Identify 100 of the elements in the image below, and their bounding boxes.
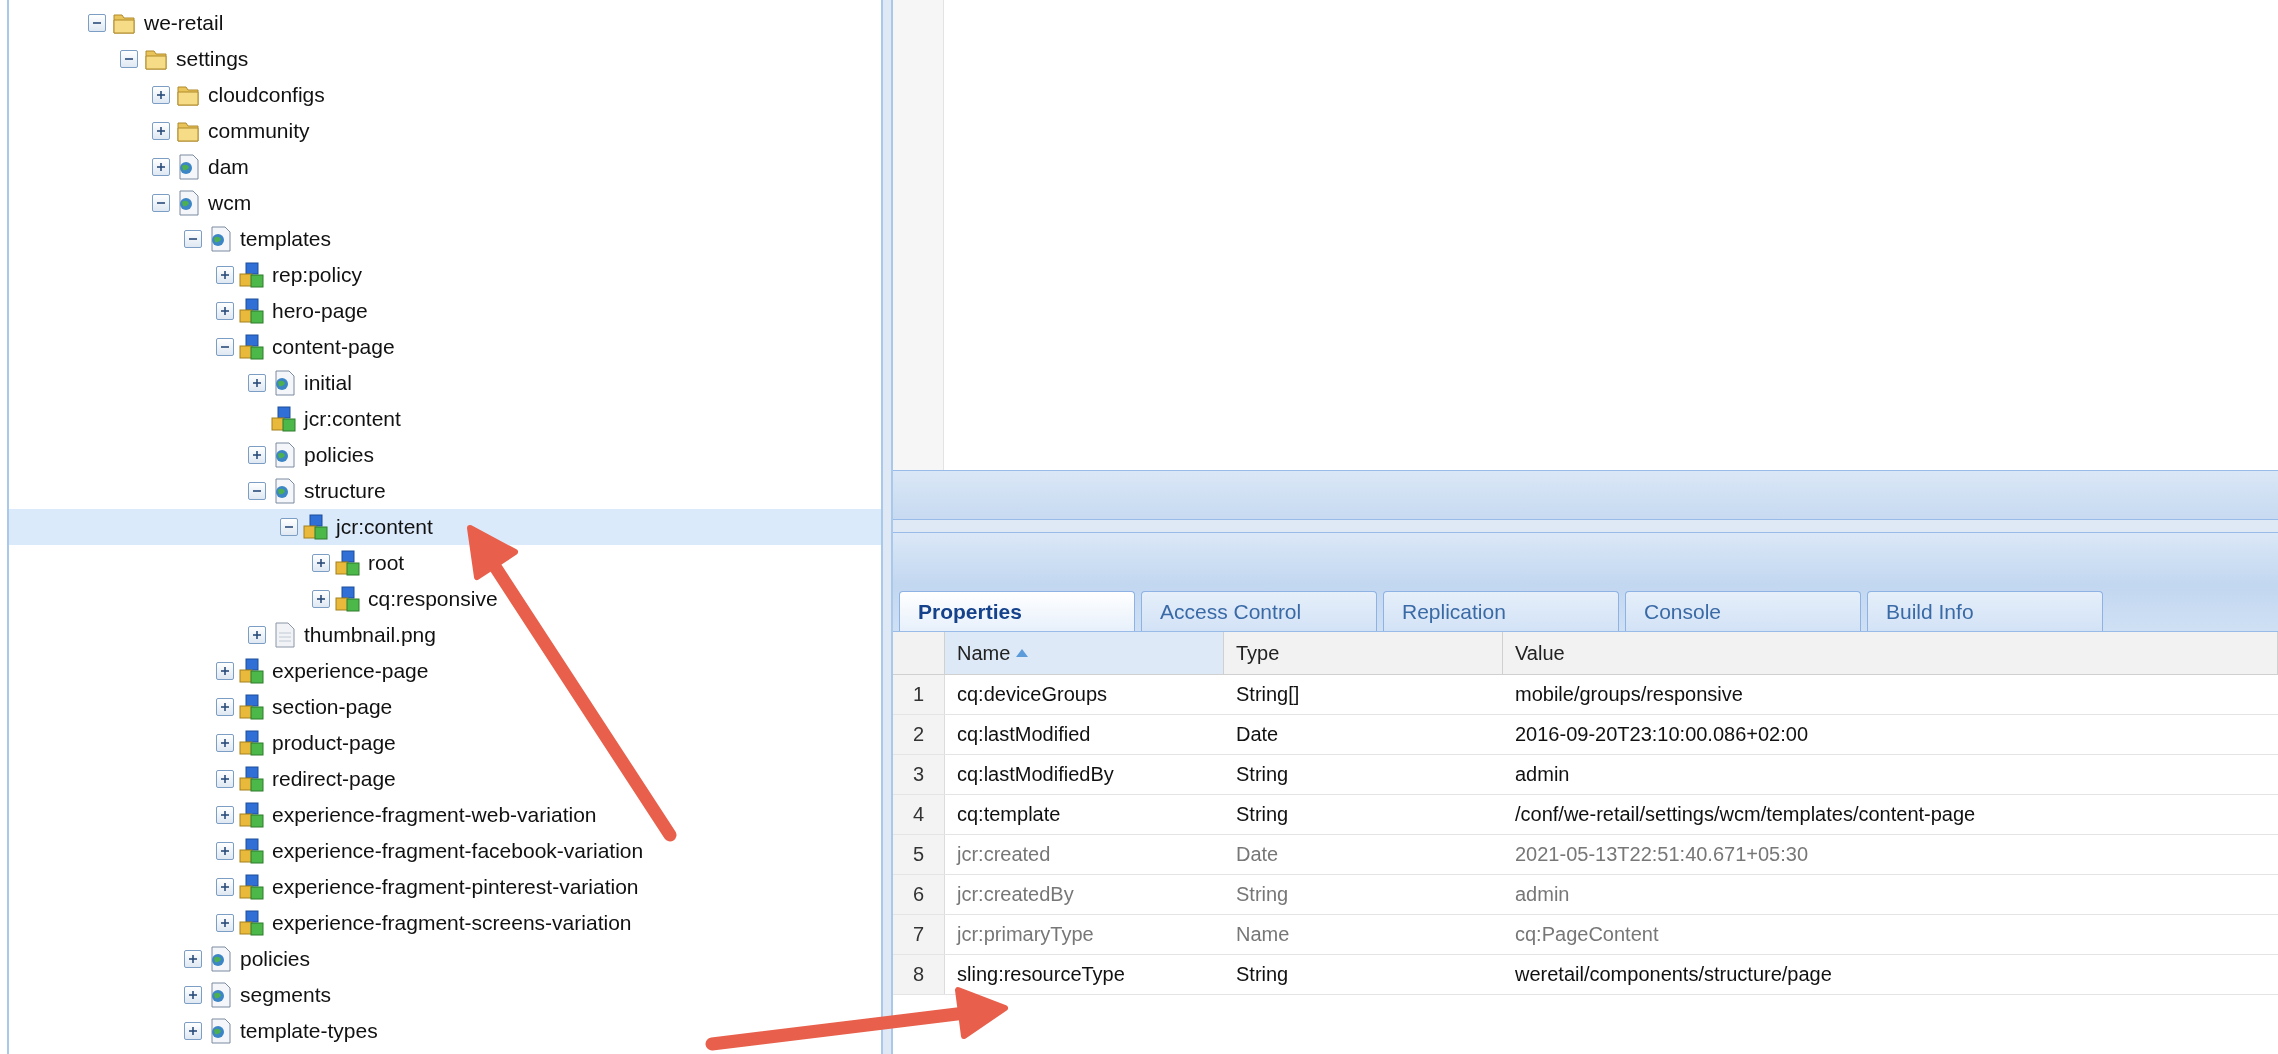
- cubes-icon: [334, 549, 362, 577]
- tree-item[interactable]: segments: [240, 983, 332, 1007]
- expand-button[interactable]: [216, 302, 234, 320]
- table-cell-text: cq:template: [956, 802, 1062, 827]
- expand-button[interactable]: [184, 950, 202, 968]
- tree-item[interactable]: template-types: [240, 1019, 378, 1043]
- tree-item[interactable]: experience-page: [272, 659, 429, 683]
- collapse-button[interactable]: [216, 338, 234, 356]
- table-cell-text: jcr:createdBy: [955, 882, 1075, 907]
- tree-item[interactable]: experience-fragment-web-variation: [272, 803, 597, 827]
- tree-item[interactable]: experience-fragment-pinterest-variation: [272, 875, 639, 899]
- expand-button[interactable]: [216, 266, 234, 284]
- expand-button[interactable]: [152, 122, 170, 140]
- collapse-button[interactable]: [280, 518, 298, 536]
- row-number: 2: [893, 715, 945, 754]
- expand-button[interactable]: [216, 770, 234, 788]
- tree-item[interactable]: initial: [304, 371, 352, 395]
- collapse-button[interactable]: [88, 14, 106, 32]
- collapse-button[interactable]: [248, 482, 266, 500]
- tree-item[interactable]: product-page: [272, 731, 396, 755]
- table-cell-text: cq:deviceGroups: [956, 682, 1109, 707]
- tree-item[interactable]: cq:responsive: [368, 587, 498, 611]
- tree-item[interactable]: dam: [208, 155, 249, 179]
- table-cell-text: Date: [1235, 842, 1280, 867]
- tree-item[interactable]: section-page: [272, 695, 393, 719]
- cubes-icon: [238, 657, 266, 685]
- plus-icon: [315, 557, 327, 569]
- cubes-icon: [238, 333, 266, 361]
- row-number: 8: [893, 955, 945, 994]
- cubes-icon: [270, 405, 298, 433]
- expand-button[interactable]: [152, 158, 170, 176]
- table-cell-text: String: [1235, 962, 1290, 987]
- tree-item[interactable]: policies: [240, 947, 311, 971]
- table-cell-text: sling:resourceType: [956, 962, 1126, 987]
- column-label: Type: [1236, 641, 1280, 665]
- column-header[interactable]: Value: [1503, 632, 2278, 674]
- tree-item[interactable]: redirect-page: [272, 767, 396, 791]
- collapse-button[interactable]: [184, 230, 202, 248]
- table-cell-text: admin: [1514, 882, 1571, 907]
- tree-item[interactable]: hero-page: [272, 299, 368, 323]
- column-header[interactable]: Type: [1224, 632, 1503, 674]
- tree-item[interactable]: policies: [304, 443, 375, 467]
- tree-item[interactable]: structure: [304, 479, 386, 503]
- collapse-button[interactable]: [120, 50, 138, 68]
- tree-item[interactable]: experience-fragment-screens-variation: [272, 911, 632, 935]
- expand-button[interactable]: [248, 446, 266, 464]
- cubes-icon: [238, 765, 266, 793]
- table-cell-text: cq:lastModifiedBy: [956, 762, 1115, 787]
- tree-item[interactable]: we-retail: [144, 11, 224, 35]
- expand-button[interactable]: [312, 590, 330, 608]
- expand-button[interactable]: [216, 662, 234, 680]
- plus-icon: [187, 1025, 199, 1037]
- plus-icon: [251, 449, 263, 461]
- plus-icon: [219, 917, 231, 929]
- expand-button[interactable]: [216, 842, 234, 860]
- tree-item[interactable]: content-page: [272, 335, 395, 359]
- cubes-icon: [238, 837, 266, 865]
- plus-icon: [251, 377, 263, 389]
- tab[interactable]: Build Info: [1867, 591, 2103, 631]
- plus-icon: [315, 593, 327, 605]
- tab[interactable]: Properties: [899, 591, 1135, 631]
- tree-item[interactable]: cloudconfigs: [208, 83, 325, 107]
- selected-tree-row[interactable]: jcr:content: [9, 509, 881, 545]
- expand-button[interactable]: [216, 734, 234, 752]
- tree-item[interactable]: experience-fragment-facebook-variation: [272, 839, 644, 863]
- expand-button[interactable]: [216, 878, 234, 896]
- expand-button[interactable]: [248, 626, 266, 644]
- tree-item[interactable]: community: [208, 119, 310, 143]
- cubes-icon: [238, 261, 266, 289]
- tree-item[interactable]: jcr:content: [304, 407, 401, 431]
- table-cell-text: String: [1235, 762, 1290, 787]
- table-cell-text: weretail/components/structure/page: [1514, 962, 1833, 987]
- collapse-button[interactable]: [152, 194, 170, 212]
- tree-item[interactable]: templates: [240, 227, 332, 251]
- cubes-icon: [238, 873, 266, 901]
- tree-item[interactable]: jcr:content: [336, 515, 433, 539]
- plus-icon: [187, 953, 199, 965]
- tree-item[interactable]: wcm: [208, 191, 252, 215]
- expand-button[interactable]: [216, 698, 234, 716]
- cubes-icon: [334, 585, 362, 613]
- tab[interactable]: Replication: [1383, 591, 1619, 631]
- expand-button[interactable]: [184, 986, 202, 1004]
- tab[interactable]: Console: [1625, 591, 1861, 631]
- table-cell-text: 2021-05-13T22:51:40.671+05:30: [1514, 842, 1810, 867]
- plus-icon: [219, 773, 231, 785]
- row-number: 4: [893, 795, 945, 834]
- tab[interactable]: Access Control: [1141, 591, 1377, 631]
- sort-ascending-icon: [1016, 649, 1029, 657]
- tree-item[interactable]: settings: [176, 47, 249, 71]
- plus-icon: [251, 629, 263, 641]
- expand-button[interactable]: [152, 86, 170, 104]
- expand-button[interactable]: [216, 914, 234, 932]
- expand-button[interactable]: [184, 1022, 202, 1040]
- tree-item[interactable]: rep:policy: [272, 263, 362, 287]
- tree-item[interactable]: thumbnail.png: [304, 623, 436, 647]
- expand-button[interactable]: [216, 806, 234, 824]
- column-header[interactable]: Name: [945, 632, 1224, 674]
- tree-item[interactable]: root: [368, 551, 405, 575]
- expand-button[interactable]: [248, 374, 266, 392]
- expand-button[interactable]: [312, 554, 330, 572]
